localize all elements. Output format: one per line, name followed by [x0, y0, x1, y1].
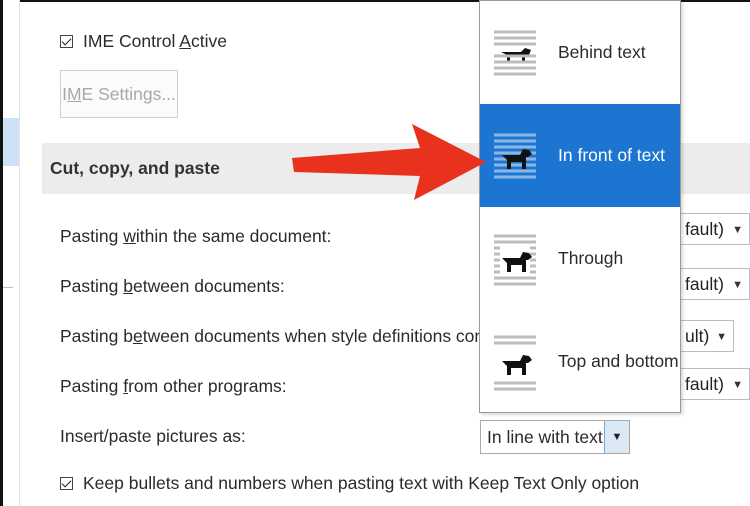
- insert-paste-pictures-select[interactable]: In line with text ▼: [480, 420, 630, 454]
- red-arrow-annotation: [292, 124, 486, 200]
- label-paste-between-documents: Pasting between documents:: [60, 276, 285, 296]
- paste-other-programs-select[interactable]: fault) ▼: [678, 368, 750, 400]
- options-sidebar: [3, 0, 20, 506]
- paste-within-document-select[interactable]: fault) ▼: [678, 213, 750, 245]
- chevron-down-icon[interactable]: ▼: [604, 421, 629, 453]
- chevron-down-icon[interactable]: ▼: [732, 279, 743, 291]
- text-wrap-dropdown-list[interactable]: Behind text In front of text Through Top…: [479, 0, 681, 413]
- behind-text-icon: [494, 30, 536, 75]
- label-paste-other-programs: Pasting from other programs:: [60, 376, 287, 396]
- sidebar-selected-item[interactable]: [3, 118, 19, 166]
- label-insert-paste-pictures: Insert/paste pictures as:: [60, 426, 246, 446]
- paste-between-documents-select[interactable]: fault) ▼: [678, 268, 750, 300]
- paste-style-conflict-value: ult): [685, 325, 710, 346]
- label-paste-within-document: Pasting within the same document:: [60, 226, 332, 246]
- option-label: Behind text: [558, 42, 646, 62]
- ime-control-row[interactable]: IME Control Active: [60, 31, 227, 52]
- keep-bullets-row[interactable]: Keep bullets and numbers when pasting te…: [60, 473, 639, 494]
- top-and-bottom-icon: [494, 335, 536, 390]
- chevron-down-icon[interactable]: ▼: [732, 224, 743, 236]
- option-label: Through: [558, 248, 624, 268]
- label-paste-style-conflict: Pasting between documents when style def…: [60, 326, 516, 346]
- insert-paste-pictures-value: In line with text: [487, 426, 603, 447]
- ime-control-label: IME Control Active: [83, 31, 227, 51]
- option-through[interactable]: Through: [480, 207, 680, 310]
- section-title: Cut, copy, and paste: [50, 158, 220, 178]
- chevron-down-icon[interactable]: ▼: [732, 379, 743, 391]
- sidebar-divider: [3, 287, 13, 288]
- paste-other-programs-value: fault): [685, 373, 724, 394]
- paste-within-document-value: fault): [685, 218, 724, 239]
- option-label: Top and bottom: [558, 351, 679, 371]
- paste-between-documents-value: fault): [685, 273, 724, 294]
- ime-control-checkbox[interactable]: [60, 35, 73, 48]
- in-front-of-text-icon: [494, 133, 536, 178]
- option-top-and-bottom[interactable]: Top and bottom: [480, 310, 680, 413]
- option-in-front-of-text[interactable]: In front of text: [480, 104, 680, 207]
- keep-bullets-label: Keep bullets and numbers when pasting te…: [83, 473, 640, 493]
- through-wrap-icon: [494, 234, 536, 285]
- option-label: In front of text: [558, 145, 665, 165]
- ime-settings-button[interactable]: IME Settings...: [60, 70, 178, 118]
- chevron-down-icon[interactable]: ▼: [716, 331, 727, 343]
- keep-bullets-checkbox[interactable]: [60, 477, 73, 490]
- paste-style-conflict-select[interactable]: ult) ▼: [678, 320, 734, 352]
- option-behind-text[interactable]: Behind text: [480, 1, 680, 104]
